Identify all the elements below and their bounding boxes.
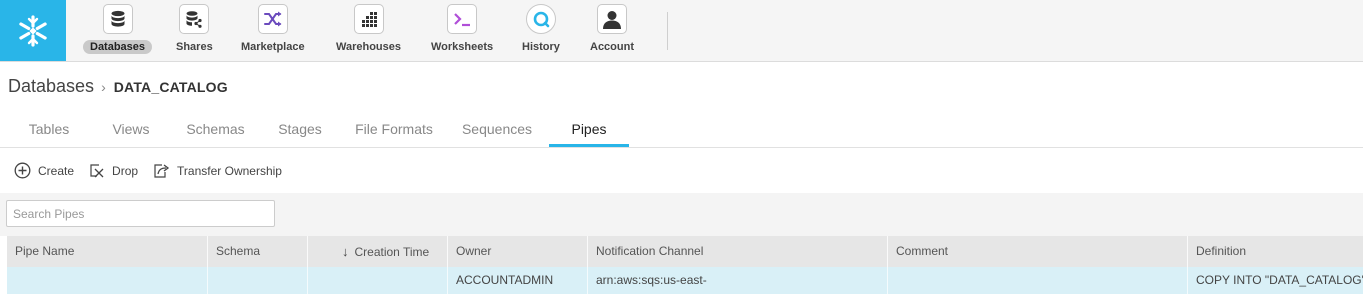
transfer-icon — [154, 163, 170, 178]
nav-marketplace[interactable]: Marketplace — [234, 4, 312, 58]
create-label: Create — [38, 163, 75, 178]
share-icon — [179, 4, 210, 34]
pipes-table: Pipe Name Schema ↓ Creation Time Owner No… — [7, 236, 1363, 294]
toolbar: Create Drop Transfer Ownership — [14, 162, 297, 179]
tab-schemas[interactable]: Schemas — [173, 114, 258, 145]
breadcrumb: Databases › DATA_CATALOG — [8, 76, 228, 97]
arrow-down-icon: ↓ — [342, 244, 349, 259]
snowflake-logo[interactable] — [0, 0, 66, 61]
tab-stages[interactable]: Stages — [265, 114, 335, 145]
column-label: Definition — [1196, 244, 1247, 258]
search-pipes-input[interactable] — [6, 200, 275, 227]
history-icon — [525, 4, 556, 34]
breadcrumb-databases-link[interactable]: Databases — [8, 76, 94, 97]
cell-pipe-name — [7, 267, 208, 294]
create-button[interactable]: Create — [14, 162, 74, 179]
cell-definition-link[interactable]: COPY INTO "DATA_CATALOG" — [1188, 267, 1363, 294]
cell-notification-channel: arn:aws:sqs:us-east- — [588, 267, 888, 294]
nav-label: Worksheets — [431, 41, 494, 53]
database-icon — [102, 4, 133, 34]
nav-label: Databases — [83, 40, 153, 54]
nav-history[interactable]: History — [515, 4, 567, 58]
nav-account[interactable]: Account — [583, 4, 641, 58]
breadcrumb-current: DATA_CATALOG — [113, 78, 228, 95]
column-label: Pipe Name — [15, 244, 75, 258]
transfer-ownership-label: Transfer Ownership — [177, 163, 282, 178]
nav-divider — [667, 12, 668, 50]
table-row[interactable]: ACCOUNTADMIN arn:aws:sqs:us-east- COPY I… — [7, 267, 1363, 294]
nav-label: History — [522, 41, 560, 53]
chevron-right-icon: › — [101, 78, 106, 95]
tab-tables[interactable]: Tables — [9, 114, 89, 145]
nav-label: Account — [590, 41, 634, 53]
drop-label: Drop — [112, 163, 139, 178]
table-header: Pipe Name Schema ↓ Creation Time Owner No… — [7, 236, 1363, 267]
top-navigation-bar: Databases Shares Marketplace Warehouses … — [0, 0, 1363, 62]
column-label: Comment — [896, 244, 949, 258]
cell-creation-time — [308, 267, 448, 294]
column-header-owner[interactable]: Owner — [448, 236, 588, 267]
column-header-comment[interactable]: Comment — [888, 236, 1188, 267]
terminal-icon — [447, 4, 478, 34]
column-header-notification-channel[interactable]: Notification Channel — [588, 236, 888, 267]
column-label: Notification Channel — [596, 244, 704, 258]
drop-button[interactable]: Drop — [89, 163, 138, 179]
column-label: Schema — [216, 244, 261, 258]
cell-owner: ACCOUNTADMIN — [448, 267, 588, 294]
cell-schema — [208, 267, 308, 294]
tab-pipes[interactable]: Pipes — [549, 114, 629, 147]
tab-sequences[interactable]: Sequences — [452, 114, 542, 145]
column-header-schema[interactable]: Schema — [208, 236, 308, 267]
column-header-definition[interactable]: Definition — [1188, 236, 1363, 267]
transfer-ownership-button[interactable]: Transfer Ownership — [153, 163, 282, 179]
object-tabs: Tables Views Schemas Stages File Formats… — [0, 114, 1363, 148]
tab-file-formats[interactable]: File Formats — [344, 114, 444, 145]
plus-circle-icon — [14, 162, 31, 179]
column-label: Owner — [456, 244, 492, 258]
column-header-creation-time[interactable]: ↓ Creation Time — [308, 236, 448, 267]
user-icon — [597, 4, 627, 34]
nav-warehouses[interactable]: Warehouses — [329, 4, 408, 58]
nav-worksheets[interactable]: Worksheets — [424, 4, 500, 58]
nav-label: Warehouses — [336, 41, 402, 53]
nav-databases[interactable]: Databases — [83, 4, 153, 58]
column-label: Creation Time — [354, 245, 430, 259]
column-header-pipe-name[interactable]: Pipe Name — [7, 236, 208, 267]
nav-label: Shares — [176, 41, 213, 53]
snowflake-icon — [19, 14, 47, 47]
nav-label: Marketplace — [241, 41, 305, 53]
nav-shares[interactable]: Shares — [169, 4, 220, 58]
cell-comment — [888, 267, 1188, 294]
shuffle-icon — [257, 4, 288, 34]
tab-views[interactable]: Views — [96, 114, 166, 145]
warehouse-icon — [353, 4, 384, 34]
drop-icon — [90, 163, 104, 177]
